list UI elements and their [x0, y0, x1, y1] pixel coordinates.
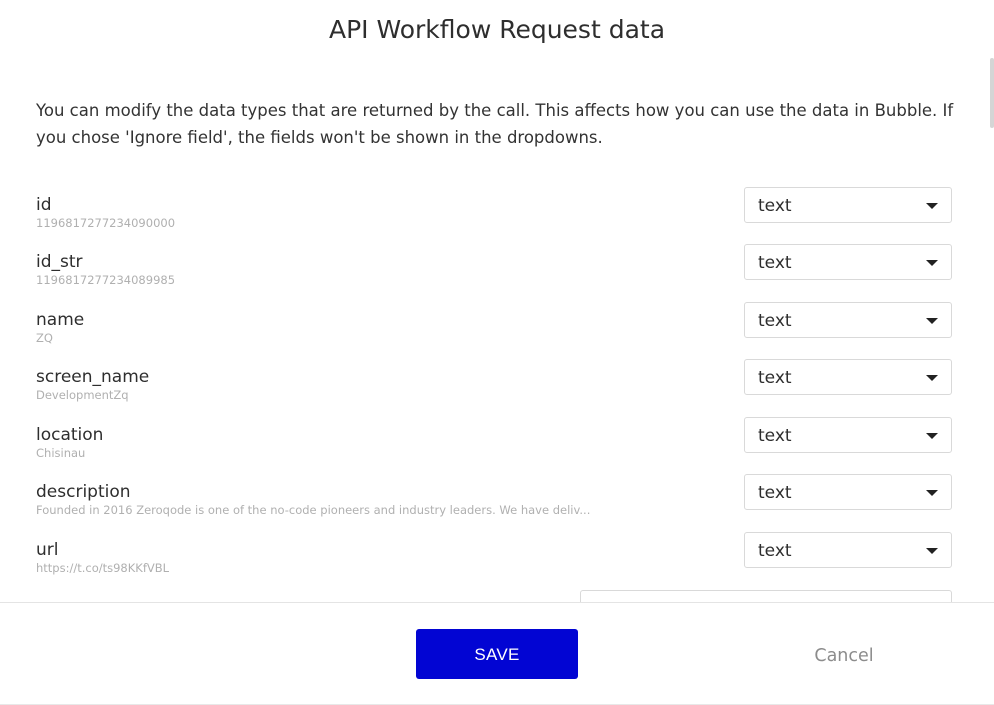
caret-down-icon: [926, 548, 938, 554]
field-row-description: description Founded in 2016 Zeroqode is …: [36, 474, 952, 517]
type-dropdown[interactable]: text: [744, 244, 952, 280]
type-dropdown[interactable]: text: [744, 417, 952, 453]
type-dropdown-value: text: [758, 368, 792, 388]
type-dropdown-value: text: [758, 253, 792, 273]
type-dropdown[interactable]: text: [744, 474, 952, 510]
save-button[interactable]: SAVE: [416, 629, 578, 679]
field-row-name: name ZQ text: [36, 302, 952, 345]
caret-down-icon: [926, 433, 938, 439]
caret-down-icon: [926, 260, 938, 266]
field-name: location: [36, 425, 104, 445]
field-name: screen_name: [36, 367, 150, 387]
type-dropdown-value: text: [758, 483, 792, 503]
type-dropdown-value: text: [758, 311, 792, 331]
next-field-control-partial[interactable]: [580, 590, 952, 602]
field-sample-value: Founded in 2016 Zeroqode is one of the n…: [36, 503, 591, 517]
fields-scroll-area[interactable]: You can modify the data types that are r…: [0, 60, 994, 602]
field-name: id_str: [36, 252, 83, 272]
caret-down-icon: [926, 203, 938, 209]
field-sample-value: https://t.co/ts98KKfVBL: [36, 561, 170, 575]
field-row-location: location Chisinau text: [36, 417, 952, 460]
field-name: url: [36, 540, 59, 560]
caret-down-icon: [926, 490, 938, 496]
type-dropdown[interactable]: text: [744, 532, 952, 568]
type-dropdown-value: text: [758, 426, 792, 446]
field-row-screen-name: screen_name DevelopmentZq text: [36, 359, 952, 402]
field-sample-value: Chisinau: [36, 446, 86, 460]
api-workflow-request-dialog: API Workflow Request data You can modify…: [0, 0, 994, 705]
caret-down-icon: [926, 318, 938, 324]
type-dropdown[interactable]: text: [744, 302, 952, 338]
field-name: description: [36, 482, 131, 502]
field-sample-value: 1196817277234089985: [36, 273, 176, 287]
type-dropdown[interactable]: text: [744, 359, 952, 395]
intro-text: You can modify the data types that are r…: [36, 101, 954, 147]
scrollbar-thumb[interactable]: [990, 58, 994, 128]
caret-down-icon: [926, 375, 938, 381]
field-row-url: url https://t.co/ts98KKfVBL text: [36, 532, 952, 575]
dialog-footer: SAVE Cancel: [0, 602, 994, 705]
cancel-button[interactable]: Cancel: [790, 639, 898, 673]
type-dropdown-value: text: [758, 196, 792, 216]
dialog-title: API Workflow Request data: [328, 15, 666, 44]
field-name: id: [36, 195, 52, 215]
field-sample-value: DevelopmentZq: [36, 388, 129, 402]
field-sample-value: 1196817277234090000: [36, 216, 176, 230]
field-sample-value: ZQ: [36, 331, 53, 345]
field-name: name: [36, 310, 85, 330]
field-row-id: id 1196817277234090000 text: [36, 187, 952, 230]
type-dropdown[interactable]: text: [744, 187, 952, 223]
field-row-id-str: id_str 1196817277234089985 text: [36, 244, 952, 287]
type-dropdown-value: text: [758, 541, 792, 561]
